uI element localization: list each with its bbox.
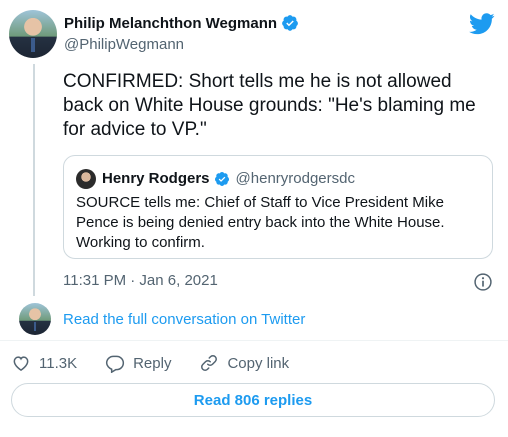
copy-link-button[interactable]: Copy link (199, 353, 289, 373)
quoted-author-avatar (76, 169, 96, 189)
read-replies-button[interactable]: Read 806 replies (11, 383, 495, 417)
full-conversation-link[interactable]: Read the full conversation on Twitter (63, 311, 305, 328)
reply-button[interactable]: Reply (105, 353, 171, 373)
tweet-text: CONFIRMED: Short tells me he is not allo… (63, 71, 482, 140)
link-icon (201, 355, 218, 371)
copy-link-label: Copy link (227, 354, 290, 372)
embedded-tweet-card: Philip Melanchthon Wegmann @PhilipWegman… (0, 0, 508, 437)
verified-badge-icon (282, 15, 298, 31)
twitter-bird-icon[interactable] (469, 13, 495, 35)
divider (0, 340, 508, 341)
like-button[interactable]: 11.3K (11, 353, 77, 373)
author-avatar-small[interactable] (19, 303, 51, 335)
quoted-tweet-text: SOURCE tells me: Chief of Staff to Vice … (76, 194, 445, 251)
thread-line (33, 64, 35, 296)
author-name-row[interactable]: Philip Melanchthon Wegmann (64, 14, 299, 32)
tweet-timestamp[interactable]: 11:31 PM · Jan 6, 2021 (63, 272, 218, 289)
verified-badge-icon (214, 171, 229, 186)
quoted-author-row: Henry Rodgers @henryrodgersdc (102, 170, 355, 187)
quoted-author-handle: @henryrodgersdc (235, 170, 355, 187)
action-bar: 11.3K Reply Copy link (11, 353, 317, 373)
quoted-tweet[interactable]: Henry Rodgers @henryrodgersdc SOURCE tel… (63, 155, 493, 259)
heart-icon (13, 356, 29, 371)
info-icon[interactable] (473, 272, 493, 292)
reply-label: Reply (133, 354, 172, 372)
like-count: 11.3K (39, 354, 78, 372)
author-handle[interactable]: @PhilipWegmann (64, 36, 184, 53)
author-name[interactable]: Philip Melanchthon Wegmann (64, 15, 277, 32)
reply-icon (106, 355, 125, 373)
quoted-author-name: Henry Rodgers (102, 170, 210, 187)
author-avatar[interactable] (9, 10, 57, 58)
